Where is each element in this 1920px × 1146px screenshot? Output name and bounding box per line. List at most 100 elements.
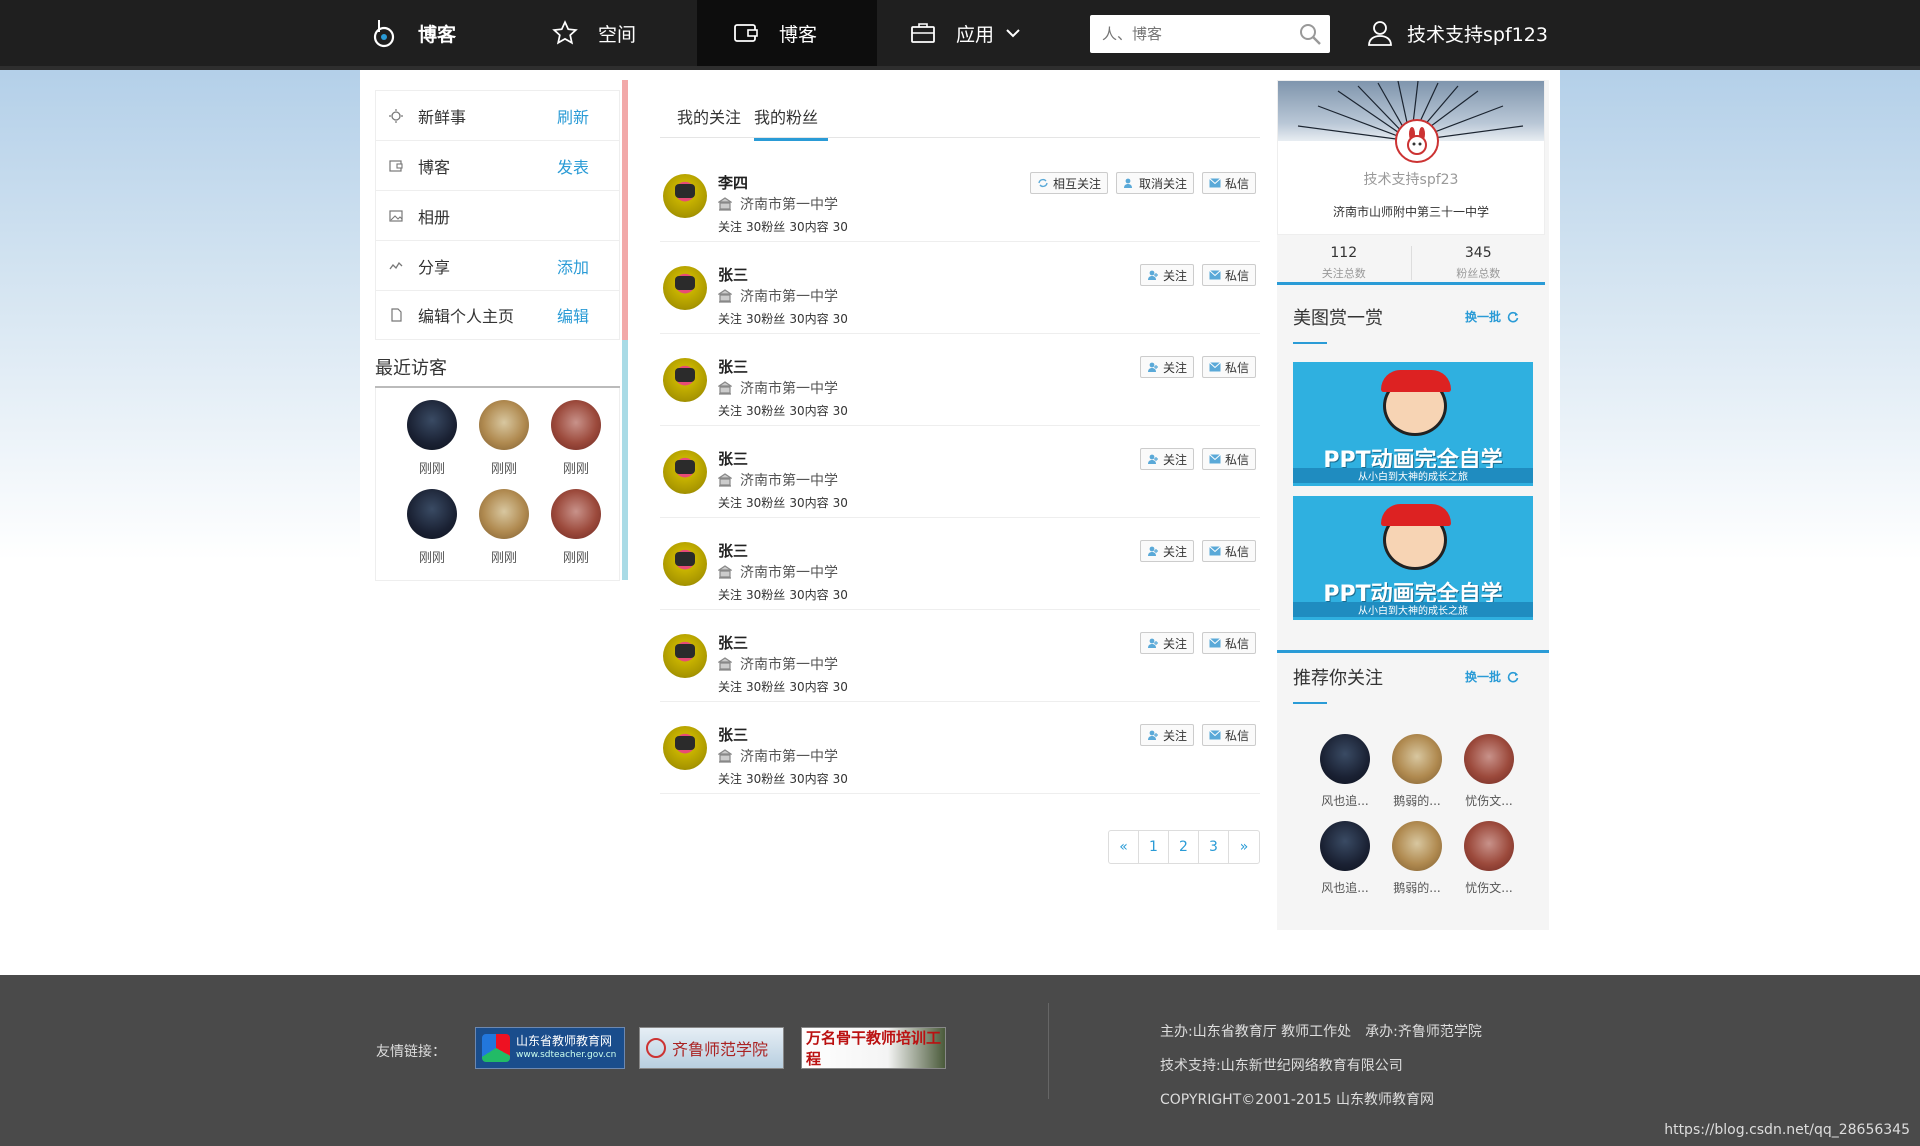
fan-name[interactable]: 张三 <box>718 724 748 745</box>
stat-follow-value[interactable]: 30 <box>746 680 761 694</box>
recommend-name[interactable]: 风也追... <box>1321 879 1368 896</box>
sidebar-item-album[interactable]: 相册 <box>375 190 620 240</box>
page-next[interactable]: » <box>1229 831 1259 863</box>
stat-fans-value[interactable]: 30 <box>789 496 804 510</box>
sidebar-item-news[interactable]: 新鲜事 刷新 <box>375 90 620 140</box>
recommend-name[interactable]: 忧伤文... <box>1465 879 1512 896</box>
logo[interactable]: 博客 <box>370 0 456 66</box>
recommend-item[interactable]: 忧伤文... <box>1453 821 1525 896</box>
page-2[interactable]: 2 <box>1169 831 1199 863</box>
stat-fans-value[interactable]: 30 <box>789 680 804 694</box>
user-menu[interactable]: 技术支持spf123 <box>1365 0 1548 66</box>
sidebar-item-share[interactable]: 分享 添加 <box>375 240 620 290</box>
stat-fans-value[interactable]: 30 <box>789 404 804 418</box>
profile-avatar[interactable] <box>1395 119 1439 163</box>
recommend-name[interactable]: 鹅弱的... <box>1393 792 1440 809</box>
recommend-name[interactable]: 忧伤文... <box>1465 792 1512 809</box>
visitor[interactable]: 刚刚 <box>396 489 468 566</box>
tab-following[interactable]: 我的关注 <box>677 104 741 138</box>
recommend-item[interactable]: 风也追... <box>1309 734 1381 809</box>
stat-follow-value[interactable]: 30 <box>746 496 761 510</box>
stat-follow-value[interactable]: 30 <box>746 588 761 602</box>
link-sdteacher[interactable]: 山东省教师教育网 www.sdteacher.gov.cn <box>475 1027 625 1069</box>
sidebar-item-blog[interactable]: 博客 发表 <box>375 140 620 190</box>
avatar[interactable] <box>407 400 457 450</box>
message-button[interactable]: 私信 <box>1201 172 1256 194</box>
stat-follow-value[interactable]: 30 <box>746 220 761 234</box>
recommend-name[interactable]: 鹅弱的... <box>1393 879 1440 896</box>
recommend-item[interactable]: 鹅弱的... <box>1381 734 1453 809</box>
avatar[interactable] <box>1392 821 1442 871</box>
recommend-item[interactable]: 忧伤文... <box>1453 734 1525 809</box>
message-button[interactable]: 私信 <box>1201 540 1256 562</box>
fan-name[interactable]: 张三 <box>718 356 748 377</box>
follow-button[interactable]: 关注 <box>1139 632 1194 654</box>
visitor[interactable]: 刚刚 <box>396 400 468 477</box>
fan-name[interactable]: 李四 <box>718 172 748 193</box>
visitor[interactable]: 刚刚 <box>540 400 612 477</box>
fan-name[interactable]: 张三 <box>718 540 748 561</box>
recommend-name[interactable]: 风也追... <box>1321 792 1368 809</box>
publish-link[interactable]: 发表 <box>557 154 589 178</box>
stat-content-value[interactable]: 30 <box>833 496 848 510</box>
message-button[interactable]: 私信 <box>1201 448 1256 470</box>
avatar[interactable] <box>1320 734 1370 784</box>
recommend-item[interactable]: 鹅弱的... <box>1381 821 1453 896</box>
stat-content-value[interactable]: 30 <box>833 588 848 602</box>
avatar[interactable] <box>663 542 707 586</box>
avatar[interactable] <box>1320 821 1370 871</box>
recommend-refresh-button[interactable]: 换一批 <box>1465 668 1519 685</box>
avatar[interactable] <box>551 489 601 539</box>
follow-button[interactable]: 关注 <box>1139 724 1194 746</box>
avatar[interactable] <box>1464 734 1514 784</box>
message-button[interactable]: 私信 <box>1201 632 1256 654</box>
follow-button[interactable]: 关注 <box>1139 356 1194 378</box>
avatar[interactable] <box>479 400 529 450</box>
stat-fans-value[interactable]: 30 <box>789 588 804 602</box>
stat-content-value[interactable]: 30 <box>833 772 848 786</box>
search-input[interactable] <box>1090 15 1290 53</box>
avatar[interactable] <box>1464 821 1514 871</box>
unfollow-button[interactable]: 取消关注 <box>1115 172 1194 194</box>
avatar[interactable] <box>663 450 707 494</box>
mutual-follow-button[interactable]: 相互关注 <box>1029 172 1108 194</box>
tab-fans[interactable]: 我的粉丝 <box>754 104 829 141</box>
link-qilu[interactable]: 齐鲁师范学院 <box>639 1027 784 1069</box>
stat-fans-value[interactable]: 30 <box>789 772 804 786</box>
edit-link[interactable]: 编辑 <box>557 303 589 327</box>
page-prev[interactable]: « <box>1109 831 1139 863</box>
avatar[interactable] <box>479 489 529 539</box>
stat-follow-value[interactable]: 30 <box>746 312 761 326</box>
avatar[interactable] <box>663 266 707 310</box>
gallery-refresh-button[interactable]: 换一批 <box>1465 308 1519 325</box>
visitor[interactable]: 刚刚 <box>468 400 540 477</box>
refresh-link[interactable]: 刷新 <box>557 104 589 128</box>
avatar[interactable] <box>407 489 457 539</box>
follow-button[interactable]: 关注 <box>1139 448 1194 470</box>
stat-follow-value[interactable]: 30 <box>746 772 761 786</box>
stat-fans-value[interactable]: 30 <box>789 312 804 326</box>
fan-name[interactable]: 张三 <box>718 264 748 285</box>
fans-count[interactable]: 345 粉丝总数 <box>1412 240 1546 282</box>
sidebar-item-edit-profile[interactable]: 编辑个人主页 编辑 <box>375 290 620 340</box>
message-button[interactable]: 私信 <box>1201 264 1256 286</box>
message-button[interactable]: 私信 <box>1201 724 1256 746</box>
search-icon[interactable] <box>1298 22 1322 46</box>
stat-content-value[interactable]: 30 <box>833 312 848 326</box>
avatar[interactable] <box>663 174 707 218</box>
fan-name[interactable]: 张三 <box>718 448 748 469</box>
avatar[interactable] <box>663 358 707 402</box>
gallery-banner[interactable]: PPT动画完全自学 从小白到大神的成长之旅 <box>1293 362 1533 486</box>
avatar[interactable] <box>663 634 707 678</box>
stat-content-value[interactable]: 30 <box>833 404 848 418</box>
link-teacher-training[interactable]: 万名骨干教师培训工程 <box>801 1027 946 1069</box>
page-3[interactable]: 3 <box>1199 831 1229 863</box>
gallery-banner[interactable]: PPT动画完全自学 从小白到大神的成长之旅 <box>1293 496 1533 620</box>
follow-button[interactable]: 关注 <box>1139 264 1194 286</box>
message-button[interactable]: 私信 <box>1201 356 1256 378</box>
nav-item-apps[interactable]: 应用 <box>908 0 1020 66</box>
following-count[interactable]: 112 关注总数 <box>1277 240 1411 282</box>
avatar[interactable] <box>663 726 707 770</box>
page-1[interactable]: 1 <box>1139 831 1169 863</box>
avatar[interactable] <box>551 400 601 450</box>
